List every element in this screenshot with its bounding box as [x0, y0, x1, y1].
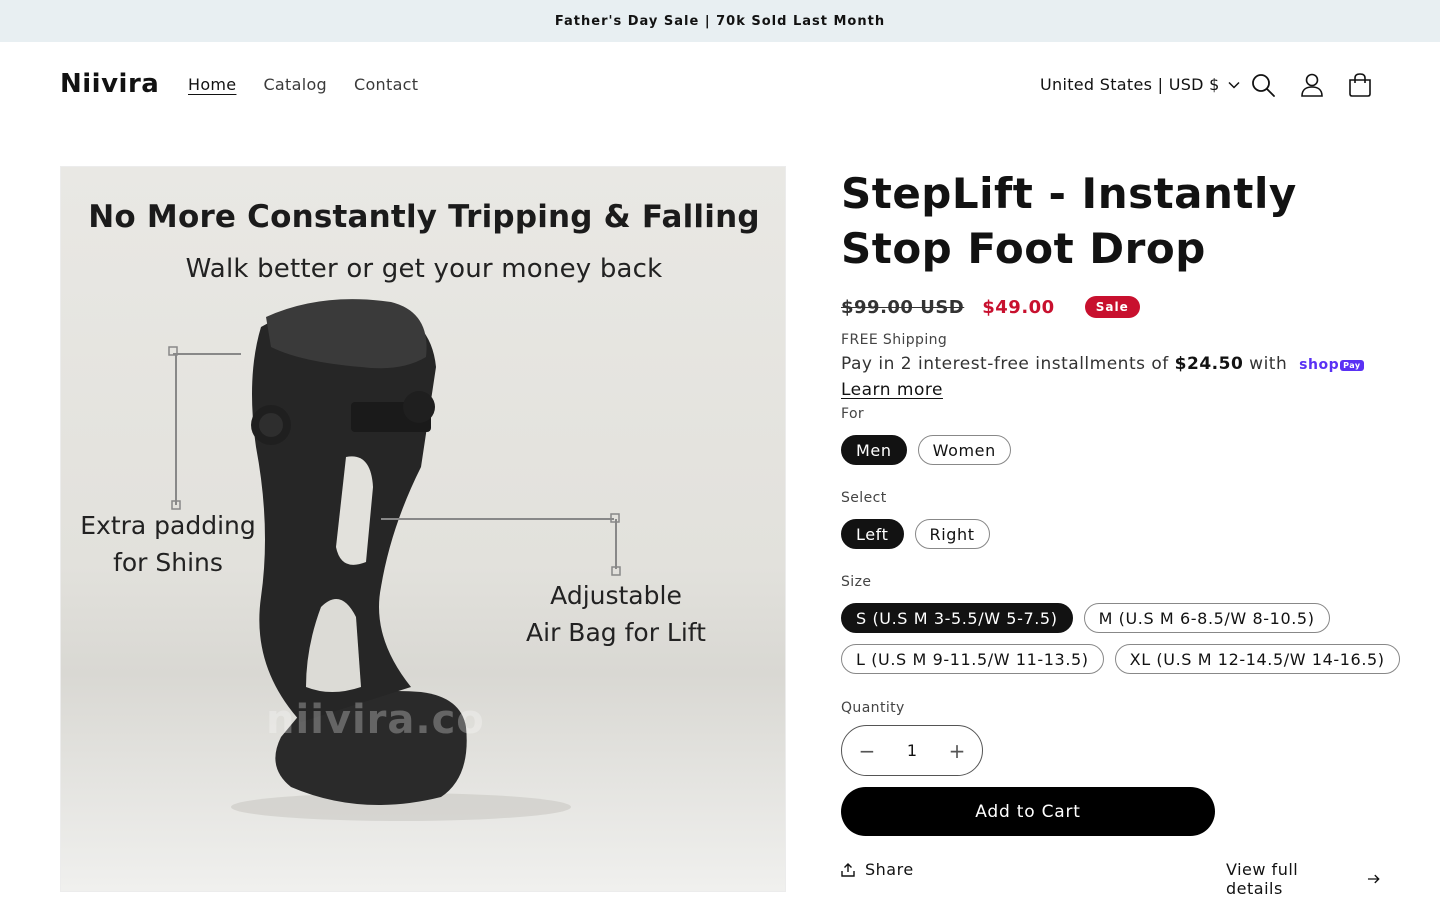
option-select-left[interactable]: Left — [841, 519, 904, 549]
option-for-men[interactable]: Men — [841, 435, 907, 465]
view-details-label: View full details — [1226, 860, 1299, 898]
image-headline: No More Constantly Tripping & Falling — [88, 199, 760, 235]
image-callout-padding: Extra padding for Shins — [80, 511, 256, 577]
minus-icon[interactable]: − — [858, 739, 876, 763]
image-watermark: niivira.co — [266, 697, 485, 743]
regular-price: $99.00 USD — [841, 296, 965, 318]
learn-more-link[interactable]: Learn more — [841, 380, 943, 400]
option-group-size-row2: L (U.S M 9-11.5/W 11-13.5) XL (U.S M 12-… — [841, 644, 1400, 674]
sale-badge: Sale — [1084, 296, 1140, 318]
product-info: StepLift - Instantly Stop Foot Drop $99.… — [841, 166, 1400, 898]
image-subheadline: Walk better or get your money back — [185, 254, 663, 284]
option-size-s[interactable]: S (U.S M 3-5.5/W 5-7.5) — [841, 603, 1073, 633]
shop-pay-logo: shop Pay — [1299, 357, 1364, 373]
option-label-for: For — [841, 406, 865, 422]
search-icon[interactable] — [1250, 72, 1276, 98]
chevron-down-icon — [1228, 81, 1240, 89]
site-header: Niivira Home Catalog Contact United Stat… — [0, 42, 1440, 130]
arrow-right-icon — [1368, 874, 1381, 884]
nav-link-catalog[interactable]: Catalog — [263, 75, 327, 94]
shipping-note: FREE Shipping — [841, 332, 948, 348]
store-logo[interactable]: Niivira — [60, 69, 159, 99]
main-nav: Home Catalog Contact — [188, 75, 445, 94]
share-label: Share — [865, 860, 914, 879]
add-to-cart-button[interactable]: Add to Cart — [841, 787, 1215, 836]
nav-link-home[interactable]: Home — [188, 75, 236, 94]
country-selector-label: United States | USD $ — [1040, 75, 1220, 94]
product-title: StepLift - Instantly Stop Foot Drop — [841, 169, 1297, 273]
product-image[interactable]: No More Constantly Tripping & Falling Wa… — [60, 166, 786, 892]
sale-price: $49.00 — [982, 296, 1055, 318]
announcement-text: Father's Day Sale | 70k Sold Last Month — [554, 13, 886, 29]
plus-icon[interactable]: + — [948, 739, 966, 763]
quantity-input[interactable]: 1 — [907, 741, 917, 760]
share-button[interactable]: Share — [841, 860, 914, 879]
nav-link-contact[interactable]: Contact — [354, 75, 418, 94]
account-icon[interactable] — [1299, 72, 1325, 98]
option-label-size: Size — [841, 574, 872, 590]
share-icon — [841, 862, 855, 877]
announcement-bar: Father's Day Sale | 70k Sold Last Month — [0, 0, 1440, 42]
option-size-xl[interactable]: XL (U.S M 12-14.5/W 14-16.5) — [1114, 644, 1400, 674]
image-callout-airbag: Adjustable Air Bag for Lift — [526, 581, 706, 647]
option-label-select: Select — [841, 490, 887, 506]
option-for-women[interactable]: Women — [917, 435, 1011, 465]
quantity-label: Quantity — [841, 700, 905, 716]
option-group-for: Men Women — [841, 435, 1011, 465]
installments-message: Pay in 2 interest-free installments of $… — [841, 354, 1364, 374]
option-size-l[interactable]: L (U.S M 9-11.5/W 11-13.5) — [841, 644, 1104, 674]
option-group-select: Left Right — [841, 519, 990, 549]
price-row: $99.00 USD $49.00 Sale — [841, 296, 1140, 318]
option-group-size-row1: S (U.S M 3-5.5/W 5-7.5) M (U.S M 6-8.5/W… — [841, 603, 1330, 633]
option-size-m[interactable]: M (U.S M 6-8.5/W 8-10.5) — [1083, 603, 1330, 633]
quantity-stepper: − 1 + — [841, 725, 983, 776]
installment-amount: $24.50 — [1174, 354, 1244, 374]
view-full-details-link[interactable]: View full details — [1226, 860, 1381, 898]
option-select-right[interactable]: Right — [914, 519, 990, 549]
country-selector[interactable]: United States | USD $ — [1040, 75, 1240, 94]
cart-icon[interactable] — [1347, 72, 1373, 98]
